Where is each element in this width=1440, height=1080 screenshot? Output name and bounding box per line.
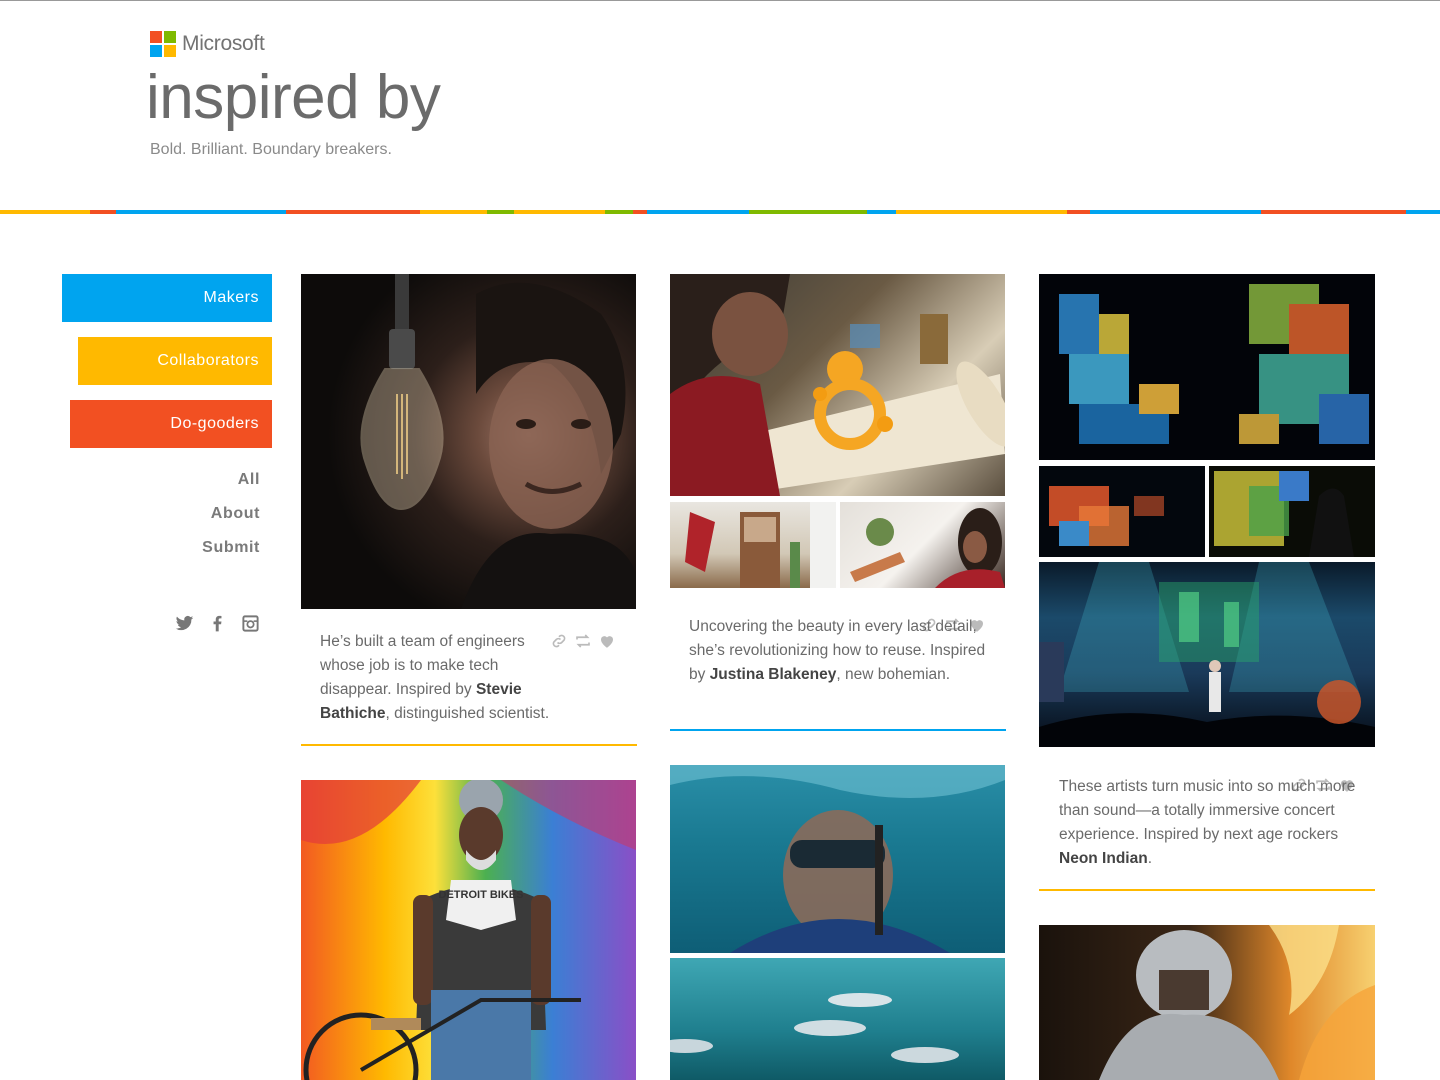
instagram-icon[interactable] (241, 614, 260, 633)
social-links (175, 614, 260, 633)
twitter-icon[interactable] (175, 614, 194, 633)
color-stripe-segment (605, 210, 633, 214)
color-stripe-segment (896, 210, 1067, 214)
microsoft-wordmark: Microsoft (182, 32, 265, 55)
photo-justina-flowers[interactable] (670, 274, 1005, 496)
photo-underwater-diver[interactable] (670, 765, 1005, 953)
top-border (0, 0, 1440, 1)
category-do-gooders-button[interactable]: Do-gooders (70, 400, 272, 448)
card-1-actions (550, 632, 616, 650)
card-3-divider (1039, 889, 1375, 891)
photo-neon-indian-stage[interactable] (1039, 562, 1375, 747)
card-2-caption: Uncovering the beauty in every last deta… (689, 618, 986, 683)
color-stripe-segment (1090, 210, 1261, 214)
repost-icon[interactable] (574, 632, 592, 650)
photo-underwater-fish[interactable] (670, 958, 1005, 1080)
photo-justina-wall[interactable] (840, 502, 1005, 588)
color-stripe-segment (866, 210, 897, 214)
color-stripe-segment (90, 210, 116, 214)
category-collaborators-button[interactable]: Collaborators (78, 337, 272, 385)
microsoft-brand[interactable]: Microsoft (150, 31, 265, 57)
color-stripe (0, 210, 1440, 214)
color-stripe-segment (115, 210, 287, 214)
heart-icon[interactable] (598, 632, 616, 650)
page-title: inspired by (146, 63, 441, 132)
color-stripe-segment (514, 210, 606, 214)
color-stripe-segment (749, 210, 867, 214)
card-3-person-link[interactable]: Neon Indian (1059, 850, 1148, 867)
photo-firefighter[interactable] (1039, 925, 1375, 1080)
page-tagline: Bold. Brilliant. Boundary breakers. (150, 141, 392, 158)
color-stripe-segment (486, 210, 515, 214)
photo-neon-indian-orange[interactable] (1039, 466, 1205, 557)
color-stripe-segment (1405, 210, 1440, 214)
shirt-text-detroit: DETROIT BIKES (439, 889, 524, 901)
color-stripe-segment (632, 210, 647, 214)
photo-detroit-bikes[interactable]: DETROIT BIKES (301, 780, 636, 1080)
facebook-icon[interactable] (208, 614, 227, 633)
card-1-caption: He’s built a team of engineers whose job… (320, 633, 550, 722)
link-icon[interactable] (550, 632, 568, 650)
photo-stevie-bathiche[interactable] (301, 274, 636, 609)
color-stripe-segment (1066, 210, 1091, 214)
card-1-divider (301, 744, 637, 746)
microsoft-logo-icon (150, 31, 176, 57)
photo-neon-indian-yellow[interactable] (1209, 466, 1375, 557)
category-makers-button[interactable]: Makers (62, 274, 272, 322)
card-2-person-link[interactable]: Justina Blakeney (710, 666, 837, 683)
nav-submit-link[interactable]: Submit (202, 539, 260, 557)
nav-all-link[interactable]: All (238, 471, 260, 489)
color-stripe-segment (286, 210, 421, 214)
color-stripe-segment (420, 210, 487, 214)
color-stripe-segment (1260, 210, 1406, 214)
nav-about-link[interactable]: About (211, 505, 260, 523)
photo-justina-room[interactable] (670, 502, 836, 588)
photo-neon-indian-visual[interactable] (1039, 274, 1375, 460)
card-3-caption: These artists turn music into so much mo… (1059, 778, 1356, 867)
color-stripe-segment (646, 210, 750, 214)
card-2-divider (670, 729, 1006, 731)
color-stripe-segment (0, 210, 91, 214)
